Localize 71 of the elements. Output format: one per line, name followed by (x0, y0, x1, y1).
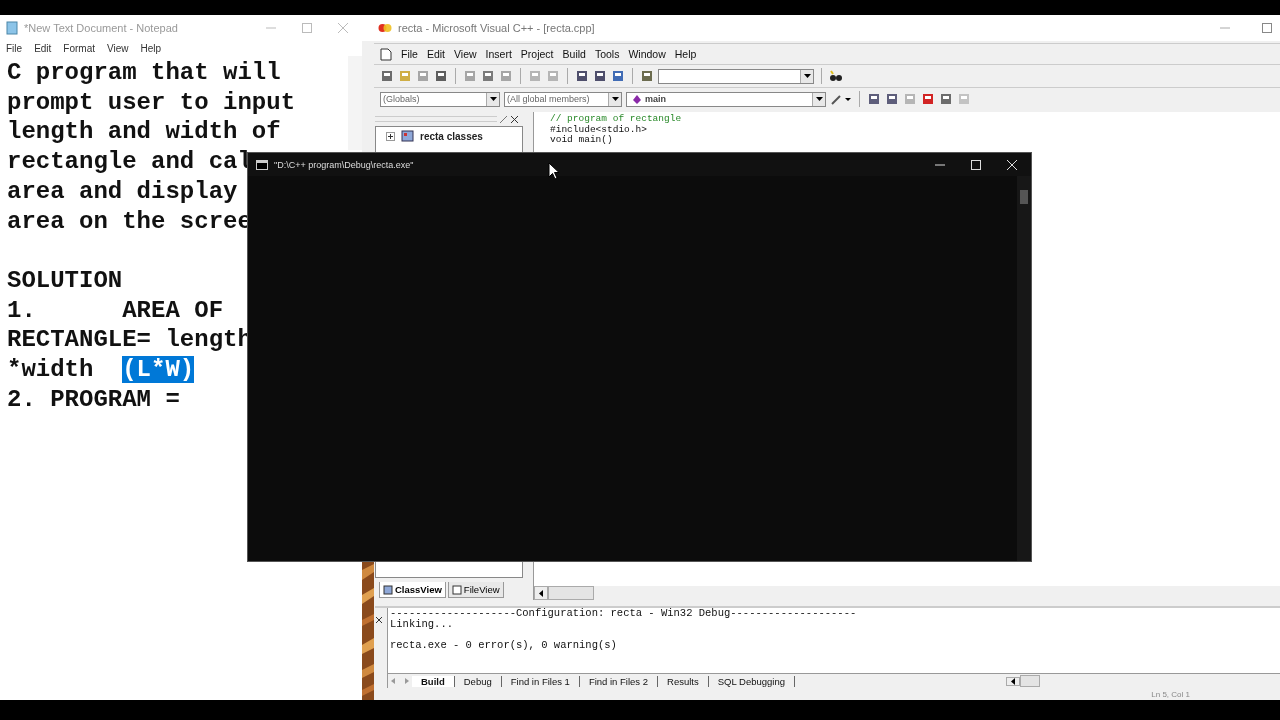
scope-combo[interactable]: (Globals) (380, 91, 500, 107)
notepad-icon (6, 21, 18, 35)
expand-icon[interactable] (386, 131, 395, 141)
menu-item[interactable]: View (107, 43, 129, 54)
mouse-cursor-icon (548, 162, 560, 180)
left-arrow-icon (539, 589, 543, 597)
menu-item[interactable]: Help (140, 43, 162, 54)
menu-item[interactable]: Window (628, 48, 666, 60)
output-line: --------------------Configuration: recta - Win32 Debug-------------------- (390, 608, 858, 619)
text-line: *width (7, 356, 95, 383)
output-tab[interactable]: Results (658, 675, 709, 687)
scroll-left-button[interactable] (1006, 676, 1020, 686)
output-line: recta.exe - 0 error(s), 0 warning(s) (390, 640, 618, 651)
scrollbar[interactable] (1017, 176, 1031, 561)
close-icon[interactable] (510, 114, 519, 124)
text-line: SOLUTION (7, 266, 123, 294)
scroll-left-button[interactable] (534, 586, 548, 600)
menu-item[interactable]: Project (520, 48, 554, 60)
text-line: prompt user to input (7, 88, 296, 116)
menu-item[interactable]: File (401, 48, 418, 60)
text-line: area and display (7, 177, 238, 205)
app-logo-icon (378, 23, 392, 33)
file-icon (451, 584, 462, 595)
left-arrow-icon (1011, 677, 1015, 685)
close-icon[interactable] (375, 616, 383, 624)
dropdown-arrow-icon (803, 74, 811, 78)
menu-item[interactable]: Format (63, 43, 96, 54)
output-tab[interactable]: Build (412, 675, 455, 687)
output-line: Linking... (390, 619, 453, 630)
output-tab[interactable]: Debug (454, 675, 502, 687)
menu-item[interactable]: View (454, 48, 477, 60)
menu-item[interactable]: Tools (594, 48, 620, 60)
text-line: length and width of (7, 118, 281, 146)
menu-item[interactable]: Help (674, 48, 697, 60)
dropdown-arrow-icon (611, 97, 619, 101)
window-title: "D:\C++ program\Debug\recta.exe" (274, 159, 414, 170)
output-tab[interactable]: Find in Files 2 (579, 675, 659, 687)
text-line: 2. PROGRAM = (7, 385, 180, 413)
code-line: // program of rectangle (550, 114, 683, 125)
workspace-tab[interactable]: FileView (447, 582, 504, 598)
workspace-tab[interactable]: ClassView (379, 582, 446, 598)
menu-item[interactable]: Insert (485, 48, 512, 60)
console-icon (256, 159, 268, 170)
text-line: C program that will (7, 59, 281, 86)
output-tab[interactable]: SQL Debugging (708, 675, 795, 687)
tree-item[interactable]: recta classes (420, 130, 483, 142)
classes-icon (383, 584, 393, 595)
window-title: *New Text Document - Notepad (24, 22, 178, 34)
function-icon (633, 94, 641, 104)
dropdown-arrow-icon (815, 97, 823, 101)
menu-item[interactable]: Build (562, 48, 586, 60)
output-tab[interactable]: Find in Files 1 (501, 675, 580, 687)
window-title: recta - Microsoft Visual C++ - [recta.cpp] (398, 22, 595, 34)
find-combo[interactable] (658, 68, 814, 84)
document-icon[interactable] (380, 47, 392, 61)
text-line: 1. AREA OF (7, 296, 224, 324)
scrollbar-thumb[interactable] (1020, 675, 1040, 687)
code-line: #include<stdio.h> (550, 124, 648, 135)
code-line: void main() (550, 135, 614, 146)
text-line: rectangle and cal (7, 148, 252, 176)
scrollbar-thumb[interactable] (548, 586, 594, 600)
binoculars-icon[interactable] (829, 69, 843, 83)
wizard-wand-icon[interactable] (830, 92, 852, 106)
cursor-position: Ln 5, Col 1 (1151, 690, 1190, 700)
scope-combo[interactable]: (All global members) (504, 91, 622, 107)
menu-item[interactable]: File (6, 43, 23, 54)
menu-item[interactable]: Edit (34, 43, 52, 54)
dropdown-arrow-icon (489, 97, 497, 101)
scope-combo[interactable]: main (626, 91, 826, 107)
classes-icon (401, 130, 414, 142)
menu-item[interactable]: Edit (426, 48, 445, 60)
